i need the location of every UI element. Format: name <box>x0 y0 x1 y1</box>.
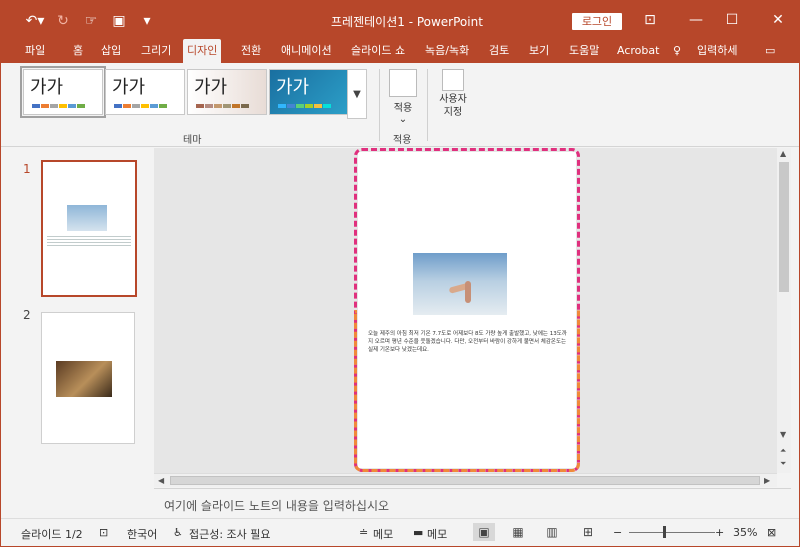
notes-toggle[interactable]: 메모 <box>373 526 393 542</box>
slide-editor: 오늘 제주의 아침 최저 기온 7.7도로 어제보다 8도 가량 높게 출발했고… <box>154 148 777 473</box>
zoom-slider-thumb[interactable] <box>663 526 666 538</box>
slide-thumbnail-2[interactable] <box>41 312 135 444</box>
scroll-left-icon[interactable]: ◀ <box>158 476 164 485</box>
themes-more-button[interactable]: ▼ <box>347 69 367 119</box>
tab-insert[interactable]: 삽입 <box>97 39 125 63</box>
window-title: 프레젠테이션1 - PowerPoint <box>331 15 483 29</box>
quick-access-toolbar: ↶▾ ↻ ☞ ▣ ▾ <box>25 11 157 31</box>
accessibility-status[interactable]: 접근성: 조사 필요 <box>189 526 271 542</box>
tab-recording[interactable]: 녹음/녹화 <box>421 39 473 63</box>
vertical-scrollbar[interactable]: ▲ ▼ ⏶ ⏷ <box>777 148 791 473</box>
status-bar: 슬라이드 1/2 ⊡ 한국어 ♿ 접근성: 조사 필요 ≐ 메모 ▬ 메모 ▣ … <box>1 518 799 546</box>
tab-transitions[interactable]: 전환 <box>237 39 265 63</box>
zoom-slider[interactable] <box>629 532 715 533</box>
tab-acrobat[interactable]: Acrobat <box>613 39 663 63</box>
theme-swatches <box>278 104 331 108</box>
ribbon-tabs: 파일 홈 삽입 그리기 디자인 전환 애니메이션 슬라이드 쇼 녹음/녹화 검토… <box>1 39 799 63</box>
tab-view[interactable]: 보기 <box>525 39 553 63</box>
login-button[interactable]: 로그인 <box>572 13 622 30</box>
slide-sorter-icon[interactable]: ▦ <box>507 523 529 541</box>
scroll-thumb[interactable] <box>779 162 789 292</box>
slideshow-view-icon[interactable]: ⊞ <box>577 523 599 541</box>
chevron-down-icon: ⌄ <box>398 114 408 125</box>
variants-icon <box>389 69 417 97</box>
customize-button-label: 사용자 지정 <box>439 94 467 118</box>
thumbnail-image <box>67 205 107 231</box>
powerpoint-window: ↶▾ ↻ ☞ ▣ ▾ 프레젠테이션1 - PowerPoint 로그인 ⊡ — … <box>0 0 800 547</box>
reading-view-icon[interactable]: ▥ <box>541 523 563 541</box>
theme-sample-text: 가가 <box>112 77 146 98</box>
notes-input[interactable]: 여기에 슬라이드 노트의 내용을 입력하십시오 <box>154 488 791 518</box>
close-icon[interactable]: ✕ <box>763 8 793 32</box>
redo-icon[interactable]: ↻ <box>53 11 73 31</box>
scroll-thumb[interactable] <box>170 476 760 485</box>
group-separator <box>379 69 380 141</box>
selection-outline-lower <box>354 310 580 472</box>
tab-home[interactable]: 홈 <box>69 39 87 63</box>
comments-icon[interactable]: ▬ <box>413 526 423 539</box>
customize-qat-icon[interactable]: ▾ <box>137 11 157 31</box>
theme-sample-text: 가가 <box>30 77 64 98</box>
design-ribbon: 가가 가가 가가 가가 ▼ 테마 적용 ⌄ 적용 사용자 지정 <box>1 63 799 147</box>
title-bar: ↶▾ ↻ ☞ ▣ ▾ 프레젠테이션1 - PowerPoint 로그인 ⊡ — … <box>1 1 799 39</box>
tab-file[interactable]: 파일 <box>21 39 49 63</box>
fit-slide-icon[interactable]: ⊠ <box>767 526 776 539</box>
scroll-down-icon[interactable]: ▼ <box>780 430 786 439</box>
notes-icon[interactable]: ≐ <box>359 526 368 539</box>
group-separator <box>427 69 428 141</box>
thumbnail-image <box>56 361 112 397</box>
tab-slideshow[interactable]: 슬라이드 쇼 <box>347 39 409 63</box>
slide-counter: 슬라이드 1/2 <box>21 528 83 541</box>
scroll-up-icon[interactable]: ▲ <box>780 149 786 158</box>
theme-swatches <box>114 104 167 108</box>
slide-thumbnail-pane: 1 2 <box>11 148 154 518</box>
comments-icon[interactable]: ▭ <box>761 39 779 63</box>
theme-sample-text: 가가 <box>194 77 228 98</box>
slide-size-icon <box>442 69 464 91</box>
theme-group-label: 테마 <box>183 135 202 146</box>
tab-design[interactable]: 디자인 <box>183 39 222 63</box>
theme-option-2[interactable]: 가가 <box>105 69 185 115</box>
ribbon-display-icon[interactable]: ⊡ <box>635 8 665 32</box>
theme-sample-text: 가가 <box>276 77 310 98</box>
zoom-in-icon[interactable]: + <box>715 526 724 539</box>
zoom-level[interactable]: 35% <box>733 526 757 539</box>
tell-me-search[interactable]: 입력하세 <box>693 39 741 63</box>
accessibility-icon[interactable]: ♿ <box>173 526 183 539</box>
next-slide-icon[interactable]: ⏷ <box>780 459 786 469</box>
tab-animations[interactable]: 애니메이션 <box>277 39 336 63</box>
spelling-icon[interactable]: ⊡ <box>99 526 108 539</box>
theme-option-1[interactable]: 가가 <box>20 66 106 118</box>
previous-slide-icon[interactable]: ⏶ <box>780 446 786 456</box>
comments-toggle[interactable]: 메모 <box>427 526 447 542</box>
minimize-icon[interactable]: — <box>681 8 711 32</box>
maximize-icon[interactable]: ☐ <box>717 8 747 32</box>
slide-number: 2 <box>23 308 31 322</box>
tab-draw[interactable]: 그리기 <box>137 39 175 63</box>
lightbulb-icon[interactable]: ♀ <box>669 39 685 63</box>
language-indicator[interactable]: 한국어 <box>127 526 157 542</box>
tab-review[interactable]: 검토 <box>485 39 513 63</box>
theme-option-3[interactable]: 가가 <box>187 69 267 115</box>
theme-option-4[interactable]: 가가 <box>269 69 349 115</box>
apply-variants-button[interactable]: 적용 ⌄ <box>385 69 421 125</box>
scroll-right-icon[interactable]: ▶ <box>764 476 770 485</box>
theme-swatches <box>196 104 249 108</box>
theme-swatches <box>32 104 85 108</box>
touch-mode-icon[interactable]: ☞ <box>81 11 101 31</box>
slide-number: 1 <box>23 162 31 176</box>
horizontal-scrollbar[interactable]: ◀ ▶ <box>154 473 777 487</box>
thumbnail-text-lines <box>47 236 131 248</box>
save-icon[interactable]: ▣ <box>109 11 129 31</box>
slide-thumbnail-1[interactable] <box>41 160 137 297</box>
customize-button[interactable]: 사용자 지정 <box>433 69 473 119</box>
apply-button-label: 적용 <box>393 103 413 114</box>
undo-icon[interactable]: ↶▾ <box>25 11 45 31</box>
zoom-out-icon[interactable]: − <box>613 526 622 539</box>
apply-group-label: 적용 <box>393 135 412 146</box>
normal-view-icon[interactable]: ▣ <box>473 523 495 541</box>
tab-help[interactable]: 도움말 <box>565 39 603 63</box>
